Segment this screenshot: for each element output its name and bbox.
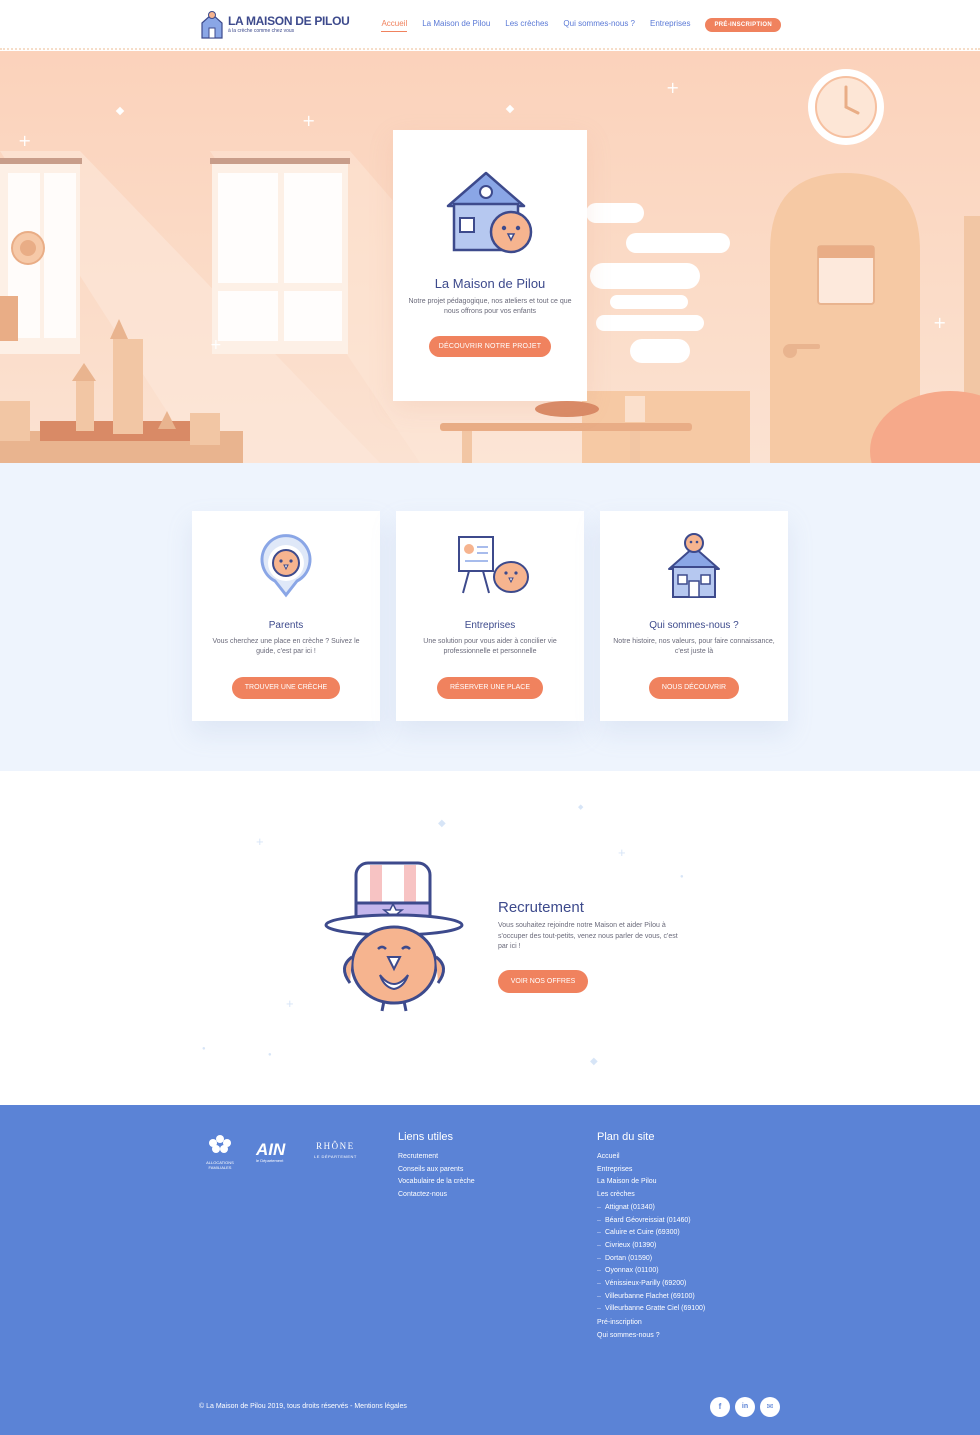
sitemap-creche-caluire[interactable]: Caluire et Cuire (69300): [597, 1227, 705, 1240]
card-text: Vous cherchez une place en crèche ? Suiv…: [212, 638, 360, 655]
house-bird-icon: [668, 533, 720, 598]
discover-us-button[interactable]: NOUS DÉCOUVRIR: [649, 677, 739, 699]
sitemap-creche-villeurbanne-gratte-ciel[interactable]: Villeurbanne Gratte Ciel (69100): [597, 1303, 705, 1316]
rhone-label: RHÔNE: [316, 1141, 355, 1151]
site-header: LA MAISON DE PILOU à la crèche comme che…: [0, 0, 980, 50]
sitemap-entreprises[interactable]: Entreprises: [597, 1164, 705, 1177]
sitemap-creche-dortan[interactable]: Dortan (01590): [597, 1253, 705, 1266]
nav-la-maison-de-pilou[interactable]: La Maison de Pilou: [422, 19, 490, 31]
nav-les-creches[interactable]: Les crèches: [505, 19, 548, 31]
hero-section: + + + + + La Maison de Pilou Notre proje…: [0, 51, 980, 463]
find-creche-button[interactable]: TROUVER UNE CRÈCHE: [232, 677, 340, 699]
sitemap-creche-venissieux[interactable]: Vénissieux-Parilly (69200): [597, 1278, 705, 1291]
copyright-text[interactable]: © La Maison de Pilou 2019, tous droits r…: [199, 1403, 407, 1410]
main-nav: Accueil La Maison de Pilou Les crèches Q…: [381, 18, 781, 32]
caf-logo[interactable]: ALLOCATIONS FAMILIALES: [203, 1133, 237, 1170]
site-logo[interactable]: LA MAISON DE PILOU à la crèche comme che…: [200, 10, 350, 40]
footer-link-recrutement[interactable]: Recrutement: [398, 1151, 475, 1164]
sparkle-icon: ◆: [590, 1056, 598, 1067]
nav-entreprises[interactable]: Entreprises: [650, 19, 690, 31]
nav-qui-sommes-nous[interactable]: Qui sommes-nous ?: [563, 19, 635, 31]
email-icon[interactable]: ✉: [760, 1397, 780, 1417]
svg-text:+: +: [210, 337, 222, 353]
recruitment-section: + + + ◆ ◆ ◆ ● ● ● Recrutement Vous souha…: [0, 771, 980, 1105]
hero-text: Notre projet pédagogique, nos ateliers e…: [408, 298, 572, 315]
sitemap-la-maison-de-pilou[interactable]: La Maison de Pilou: [597, 1176, 705, 1189]
facebook-icon[interactable]: f: [710, 1397, 730, 1417]
card-title: Qui sommes-nous ?: [649, 620, 739, 631]
card-text: Une solution pour vous aider à concilier…: [423, 638, 557, 655]
sparkle-icon: ●: [202, 1046, 206, 1052]
svg-text:+: +: [302, 111, 315, 130]
svg-text:+: +: [666, 78, 679, 97]
linkedin-icon[interactable]: in: [735, 1397, 755, 1417]
footer-link-contact[interactable]: Contactez-nous: [398, 1189, 475, 1202]
site-footer: ALLOCATIONS FAMILIALES AIN le Départemen…: [0, 1105, 980, 1435]
map-pin-bird-icon: [260, 534, 312, 598]
ain-label: AIN: [256, 1140, 286, 1159]
hero-card: La Maison de Pilou Notre projet pédagogi…: [393, 130, 587, 401]
logo-title: LA MAISON DE PILOU: [228, 14, 350, 28]
svg-text:+: +: [933, 313, 946, 332]
house-logo-icon: [201, 11, 223, 39]
audience-cards-section: Parents Vous cherchez une place en crèch…: [0, 463, 980, 771]
recruitment-title: Recrutement: [498, 899, 584, 916]
sitemap-creche-beard[interactable]: Béard Géovreissiat (01460): [597, 1215, 705, 1228]
caf-label: ALLOCATIONS FAMILIALES: [206, 1160, 234, 1170]
sitemap-title: Plan du site: [597, 1131, 655, 1143]
rhone-subtitle: LE DÉPARTEMENT: [314, 1154, 357, 1159]
sparkle-icon: +: [286, 996, 294, 1011]
card-qui-sommes-nous: Qui sommes-nous ? Notre histoire, nos va…: [600, 511, 788, 721]
sitemap-accueil[interactable]: Accueil: [597, 1151, 705, 1164]
sitemap-list: Accueil Entreprises La Maison de Pilou L…: [597, 1151, 705, 1343]
house-bird-icon: [446, 171, 533, 254]
sitemap-creche-villeurbanne-flachet[interactable]: Villeurbanne Flachet (69100): [597, 1291, 705, 1304]
card-parents: Parents Vous cherchez une place en crèch…: [192, 511, 380, 721]
sparkle-icon: +: [618, 845, 626, 860]
footer-link-conseils[interactable]: Conseils aux parents: [398, 1164, 475, 1177]
sitemap-creche-attignat[interactable]: Attignat (01340): [597, 1202, 705, 1215]
sitemap-les-creches[interactable]: Les crèches: [597, 1189, 705, 1202]
card-text: Notre histoire, nos valeurs, pour faire …: [613, 638, 775, 655]
hero-title: La Maison de Pilou: [434, 276, 546, 291]
card-entreprises: Entreprises Une solution pour vous aider…: [396, 511, 584, 721]
sitemap-pre-inscription[interactable]: Pré-inscription: [597, 1317, 705, 1330]
sparkle-icon: ●: [268, 1052, 272, 1058]
logo-subtitle: à la crèche comme chez vous: [228, 28, 295, 34]
ain-logo[interactable]: AIN le Département: [256, 1141, 285, 1163]
card-title: Entreprises: [464, 620, 516, 631]
useful-links-list: Recrutement Conseils aux parents Vocabul…: [398, 1151, 475, 1202]
sitemap-creche-civrieux[interactable]: Civrieux (01390): [597, 1240, 705, 1253]
sitemap-qui-sommes-nous[interactable]: Qui sommes-nous ?: [597, 1330, 705, 1343]
sparkle-icon: +: [256, 834, 264, 849]
uncle-sam-bird-icon: [324, 861, 464, 1012]
sparkle-icon: ◆: [578, 804, 584, 811]
sparkle-icon: ●: [680, 874, 684, 880]
card-title: Parents: [268, 620, 304, 631]
useful-links-title: Liens utiles: [398, 1131, 454, 1143]
caf-flower-icon: [209, 1135, 231, 1153]
svg-text:+: +: [18, 131, 31, 150]
nav-accueil[interactable]: Accueil: [381, 19, 408, 32]
reserve-place-button[interactable]: RÉSERVER UNE PLACE: [437, 677, 543, 699]
ain-subtitle: le Département: [256, 1158, 284, 1163]
rhone-logo[interactable]: RHÔNE LE DÉPARTEMENT: [314, 1141, 357, 1159]
pre-inscription-button[interactable]: PRÉ-INSCRIPTION: [705, 18, 781, 32]
discover-project-button[interactable]: DÉCOUVRIR NOTRE PROJET: [429, 336, 551, 357]
recruitment-text: Vous souhaitez rejoindre notre Maison et…: [498, 922, 678, 950]
sparkle-icon: ◆: [438, 818, 446, 829]
footer-link-vocabulaire[interactable]: Vocabulaire de la crèche: [398, 1176, 475, 1189]
sitemap-creche-oyonnax[interactable]: Oyonnax (01100): [597, 1265, 705, 1278]
presentation-bird-icon: [458, 536, 529, 594]
see-offers-button[interactable]: VOIR NOS OFFRES: [498, 970, 588, 993]
